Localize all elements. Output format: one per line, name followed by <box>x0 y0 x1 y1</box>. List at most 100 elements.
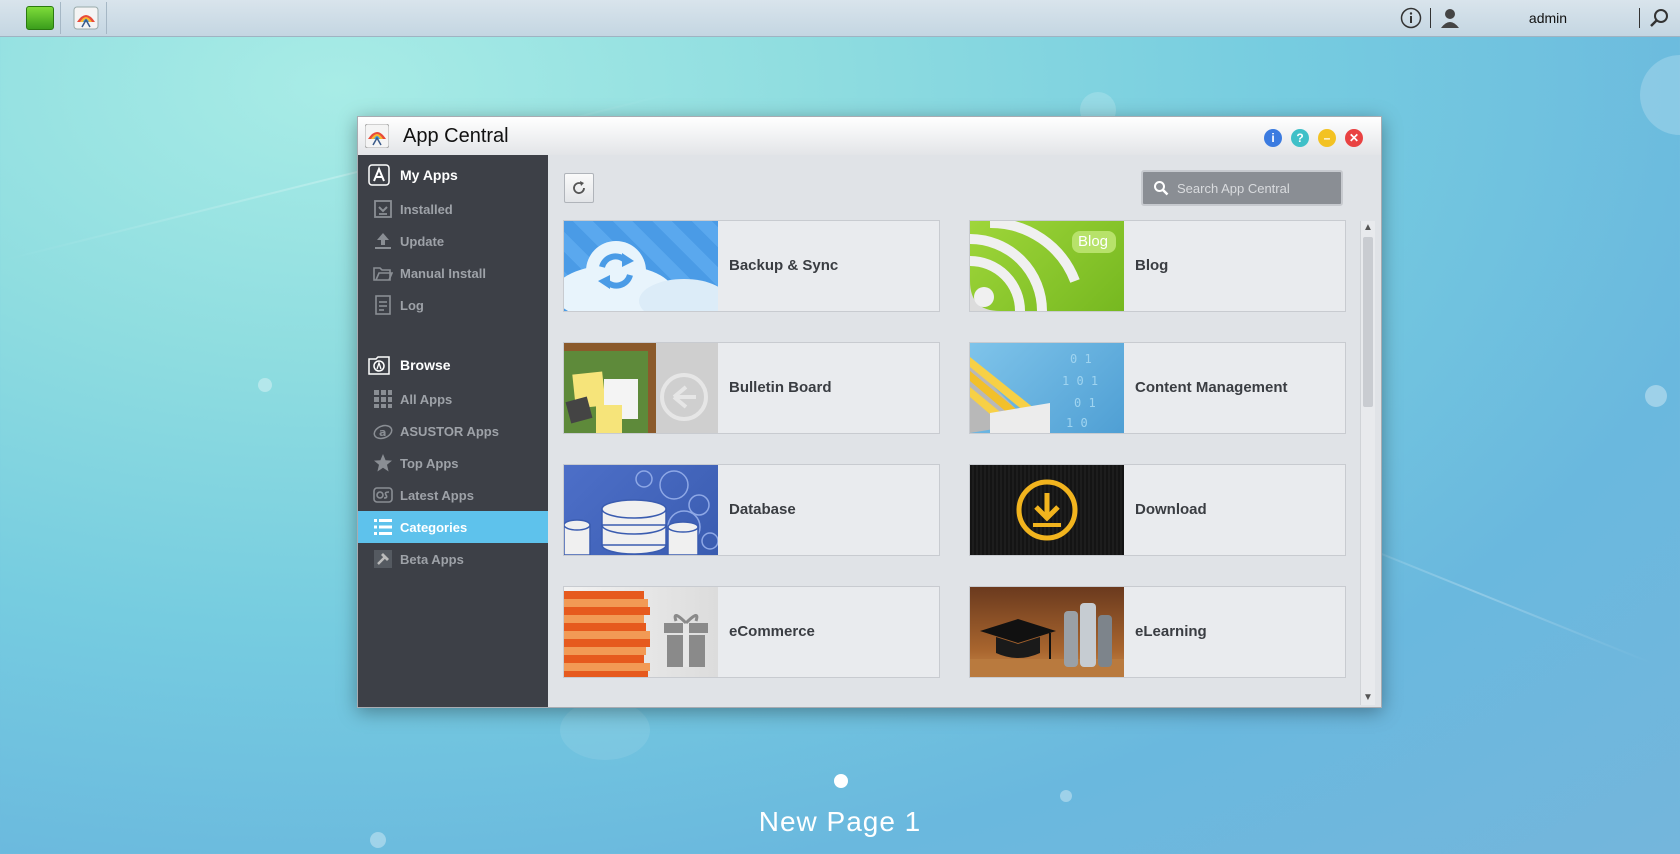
scrollbar-thumb[interactable] <box>1363 237 1373 407</box>
bokeh-light <box>1645 385 1667 407</box>
refresh-button[interactable] <box>564 173 594 203</box>
sidebar-item-label: Update <box>400 233 445 249</box>
sidebar-item-categories[interactable]: Categories <box>358 511 548 543</box>
info-button[interactable] <box>1398 5 1424 31</box>
sidebar-item-label: All Apps <box>400 391 453 407</box>
main-content: Backup & Sync Blog Blog <box>548 155 1381 707</box>
sidebar-section-label: Browse <box>400 357 451 373</box>
sidebar-item-label: Latest Apps <box>400 487 474 503</box>
my-apps-icon <box>368 164 390 186</box>
category-thumbnail <box>970 587 1124 677</box>
blog-badge: Blog <box>1078 233 1109 250</box>
refresh-icon <box>573 181 585 194</box>
corkboard-icon <box>564 343 708 433</box>
page-indicator-dot[interactable] <box>834 774 848 788</box>
category-card-blog[interactable]: Blog Blog <box>969 220 1346 312</box>
star-icon <box>374 454 392 472</box>
svg-text:a: a <box>379 426 386 439</box>
window-info-button[interactable]: i <box>1264 129 1282 147</box>
username[interactable]: admin <box>1463 10 1633 26</box>
taskbar-app-central-button[interactable] <box>66 2 107 34</box>
window-minimize-button[interactable]: – <box>1318 129 1336 147</box>
category-card-bulletin-board[interactable]: Bulletin Board <box>563 342 940 434</box>
sidebar-item-beta-apps[interactable]: Beta Apps <box>358 543 548 575</box>
sidebar-item-log[interactable]: Log <box>358 289 548 321</box>
category-card-download[interactable]: Download <box>969 464 1346 556</box>
taskbar-desktop-button[interactable] <box>20 2 61 34</box>
category-label: Content Management <box>1135 379 1288 396</box>
sidebar-item-label: ASUSTOR Apps <box>400 423 499 439</box>
sidebar-item-top-apps[interactable]: Top Apps <box>358 447 548 479</box>
info-icon <box>1400 7 1422 29</box>
bokeh-light <box>1640 55 1680 135</box>
category-card-ecommerce[interactable]: eCommerce <box>563 586 940 678</box>
minimize-icon: – <box>1323 131 1331 145</box>
bokeh-light <box>258 378 272 392</box>
download-icon <box>1016 479 1078 541</box>
category-card-backup-sync[interactable]: Backup & Sync <box>563 220 940 312</box>
category-card-database[interactable]: Database <box>563 464 940 556</box>
category-label: Backup & Sync <box>729 257 839 274</box>
sidebar-section-my-apps[interactable]: My Apps <box>358 159 548 191</box>
window-titlebar[interactable]: App Central i ? – ✕ <box>358 117 1381 156</box>
sidebar-item-latest-apps[interactable]: Latest Apps <box>358 479 548 511</box>
sidebar-item-all-apps[interactable]: All Apps <box>358 383 548 415</box>
category-card-content-management[interactable]: 0 1 1 0 1 0 1 1 0 Content Management <box>969 342 1346 434</box>
content-scrollbar[interactable]: ▲ ▼ <box>1360 221 1375 705</box>
window-help-button[interactable]: ? <box>1291 129 1309 147</box>
sidebar-item-label: Top Apps <box>400 455 459 471</box>
search-icon <box>1154 181 1169 196</box>
svg-text:1 0: 1 0 <box>1066 416 1088 430</box>
sidebar: My Apps Installed Update Manual Install … <box>358 155 548 707</box>
sidebar-section-label: My Apps <box>400 167 458 183</box>
desktop-grid-icon <box>26 6 54 30</box>
asustor-logo-icon: a <box>373 424 393 440</box>
bokeh-light <box>560 700 650 760</box>
category-label: eLearning <box>1135 623 1207 640</box>
hammer-icon <box>374 550 392 568</box>
category-thumbnail <box>564 587 718 677</box>
help-icon: ? <box>1296 131 1304 145</box>
file-cabinet-icon: 0 1 1 0 1 0 1 1 0 <box>970 352 1098 433</box>
app-central-icon <box>73 6 99 30</box>
sidebar-item-update[interactable]: Update <box>358 225 548 257</box>
folder-open-icon <box>373 267 393 281</box>
category-thumbnail: Blog <box>970 221 1124 311</box>
app-central-window: App Central i ? – ✕ My Apps Installed Up… <box>357 116 1382 708</box>
gift-icon <box>564 591 708 677</box>
chevron-up-icon[interactable]: ▲ <box>1361 221 1375 235</box>
update-icon <box>375 233 391 249</box>
user-button[interactable] <box>1437 5 1463 31</box>
taskbar: admin <box>0 0 1680 37</box>
window-close-button[interactable]: ✕ <box>1345 129 1363 147</box>
category-label: Download <box>1135 501 1207 518</box>
sync-cloud-icon <box>564 241 718 311</box>
sidebar-item-manual-install[interactable]: Manual Install <box>358 257 548 289</box>
bokeh-light <box>1060 790 1072 802</box>
sidebar-item-label: Manual Install <box>400 265 486 281</box>
category-label: Blog <box>1135 257 1169 274</box>
taskbar-divider <box>1639 8 1640 28</box>
sidebar-section-browse[interactable]: Browse <box>358 349 548 381</box>
chevron-down-icon[interactable]: ▼ <box>1361 691 1375 705</box>
sidebar-item-label: Beta Apps <box>400 551 464 567</box>
search-box[interactable] <box>1141 170 1343 206</box>
search-input[interactable] <box>1175 179 1339 197</box>
sidebar-item-installed[interactable]: Installed <box>358 193 548 225</box>
category-thumbnail <box>564 343 718 433</box>
svg-text:0 1: 0 1 <box>1074 396 1096 410</box>
category-thumbnail: 0 1 1 0 1 0 1 1 0 <box>970 343 1124 433</box>
category-thumbnail <box>564 465 718 555</box>
category-thumbnail <box>564 221 718 311</box>
installed-icon <box>374 200 392 218</box>
latest-icon <box>373 487 393 503</box>
taskbar-divider <box>1430 8 1431 28</box>
desktop-page-label: New Page 1 <box>758 806 922 837</box>
category-card-elearning[interactable]: eLearning <box>969 586 1346 678</box>
search-button[interactable] <box>1646 5 1672 31</box>
window-title: App Central <box>403 125 509 147</box>
grid-icon <box>374 390 392 408</box>
user-icon <box>1441 9 1459 28</box>
sidebar-item-asustor-apps[interactable]: a ASUSTOR Apps <box>358 415 548 447</box>
log-icon <box>375 295 391 315</box>
